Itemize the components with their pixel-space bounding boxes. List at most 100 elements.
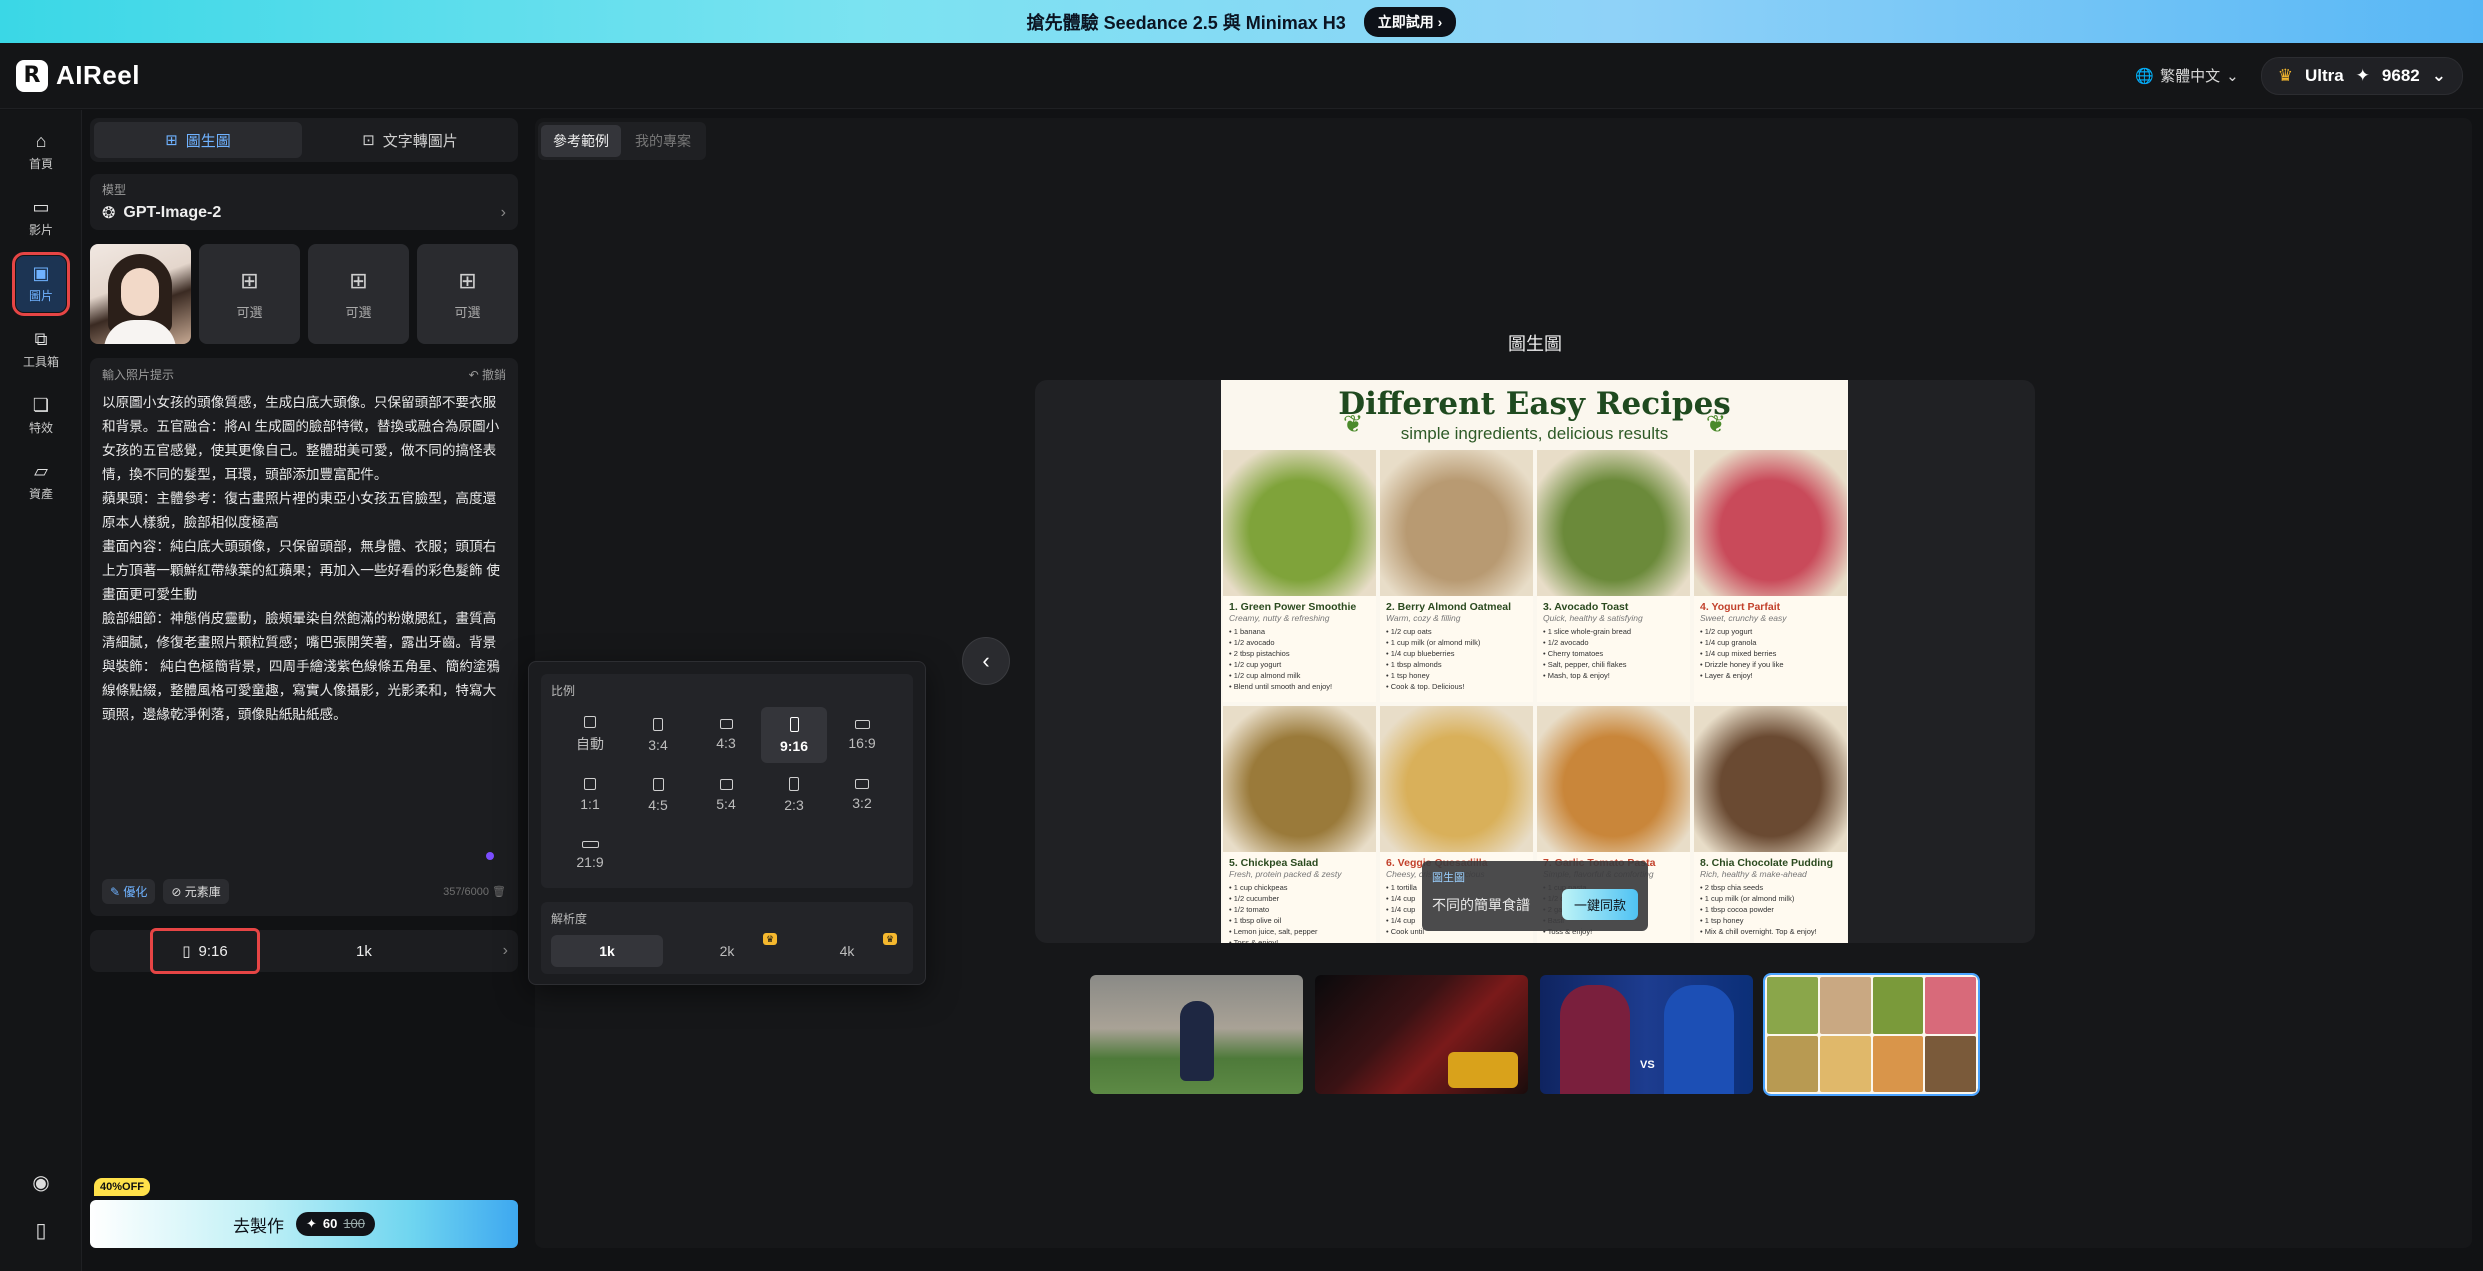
recipe-desc: Rich, healthy & make-ahead — [1700, 869, 1807, 879]
left-nav: ⌂ 首頁 ▭ 影片 ▣ 圖片 ⧉ 工具箱 ❏ 特效 ▱ 資產 ◉ ▯ — [0, 110, 82, 1271]
recipe-photo — [1380, 706, 1533, 852]
resolution-option[interactable]: 4k ♛ — [791, 933, 903, 967]
example-tooltip: 圖生圖 不同的簡單食譜 一鍵同款 — [1422, 861, 1648, 931]
ingredient-list: 1/2 cup oats1 cup milk (or almond milk)1… — [1380, 623, 1533, 695]
add-image-icon: ⊞ — [349, 267, 368, 293]
ratio-shape-icon — [584, 778, 596, 790]
effects-icon: ❏ — [32, 395, 50, 415]
thumbnail-recipes[interactable] — [1763, 973, 1980, 1096]
globe-icon: 🌐 — [2135, 67, 2155, 85]
ingredient-item: 2 tbsp chia seeds — [1700, 882, 1841, 893]
language-selector[interactable]: 🌐 繁體中文 ⌄ — [2135, 65, 2238, 86]
leaf-icon: ❦ — [1343, 411, 1364, 438]
ingredient-item: 1 tbsp olive oil — [1229, 915, 1370, 926]
text-image-icon: ⊡ — [362, 132, 375, 149]
recipe-card: 4. Yogurt ParfaitSweet, crunchy & easy1/… — [1694, 450, 1847, 702]
plan-badge[interactable]: ♛ Ultra ✦ 9682 ⌄ — [2260, 56, 2463, 95]
ratio-option[interactable]: 自動 — [557, 707, 623, 763]
chevron-right-icon[interactable]: › — [503, 942, 508, 960]
nav-item-video[interactable]: ▭ 影片 — [16, 190, 66, 246]
ratio-shape-icon — [719, 719, 733, 729]
image-uploads: ⊞ 可選 ⊞ 可選 ⊞ 可選 — [90, 244, 518, 344]
nav-item-image[interactable]: ▣ 圖片 — [12, 252, 70, 316]
ratio-option-label: 16:9 — [848, 734, 876, 751]
recipe-card: 8. Chia Chocolate Pudding Rich, healthy &… — [1694, 706, 1847, 943]
discord-icon[interactable]: ◉ — [16, 1162, 66, 1202]
ingredient-item: 1 cup milk (or almond milk) — [1386, 637, 1527, 648]
ingredient-item: 1/2 avocado — [1229, 637, 1370, 648]
ratio-option[interactable]: 16:9 — [829, 707, 895, 763]
use-template-button[interactable]: 一鍵同款 — [1561, 889, 1638, 920]
thumbnail-robot-city[interactable] — [1315, 975, 1528, 1094]
ingredient-item: 1/2 cucumber — [1229, 893, 1370, 904]
nav-item-toolbox[interactable]: ⧉ 工具箱 — [16, 322, 66, 378]
nav-item-effects[interactable]: ❏ 特效 — [16, 388, 66, 444]
undo-button[interactable]: ↶ 撤銷 — [469, 366, 506, 383]
credits-value: 9682 — [2381, 65, 2420, 85]
tab-text-to-image[interactable]: ⊡ 文字轉圖片 — [306, 122, 514, 158]
model-selector[interactable]: 模型 ❂ GPT-Image-2 › — [90, 174, 518, 230]
tab-image-to-image[interactable]: ⊞ 圖生圖 — [94, 122, 302, 158]
optimize-button[interactable]: ✎ 優化 — [102, 879, 156, 904]
resolution-option[interactable]: 1k — [551, 935, 663, 967]
ingredient-item: Blend until smooth and enjoy! — [1229, 681, 1370, 692]
thumbnail-man-in-field[interactable] — [1090, 975, 1303, 1094]
status-dot — [486, 852, 494, 860]
ratio-button[interactable]: ▯ 9:16 — [150, 928, 260, 974]
ratio-option[interactable]: 3:4 — [625, 707, 691, 763]
elements-button[interactable]: ⊘ 元素庫 — [163, 879, 229, 904]
vs-label: VS — [1640, 1059, 1655, 1071]
nav-label: 影片 — [28, 223, 53, 237]
tab-examples[interactable]: 參考範例 — [541, 125, 621, 157]
model-label: 模型 — [102, 183, 127, 197]
upload-slot[interactable]: ⊞ 可選 — [199, 244, 300, 344]
resolution-option[interactable]: 2k ♛ — [671, 933, 783, 967]
nav-label: 資產 — [28, 487, 53, 501]
nav-item-home[interactable]: ⌂ 首頁 — [16, 124, 66, 180]
ratio-option[interactable]: 4:5 — [625, 767, 691, 823]
recipe-card: 1. Green Power Smoothie Creamy, nutty & r… — [1223, 450, 1376, 702]
openai-icon: ❂ — [102, 205, 116, 222]
trash-icon[interactable]: 🗑 — [492, 886, 506, 898]
ratio-option[interactable]: 5:4 — [693, 767, 759, 823]
ingredient-list: 1 cup chickpeas1/2 cucumber1/2 tomato1 t… — [1223, 879, 1376, 943]
ratio-option[interactable]: 2:3 — [761, 767, 827, 823]
tab-my-projects[interactable]: 我的專案 — [623, 125, 703, 157]
nav-item-assets[interactable]: ▱ 資產 — [16, 454, 66, 510]
upload-slot[interactable]: ⊞ 可選 — [417, 244, 518, 344]
ingredient-item: Lemon juice, salt, pepper — [1229, 926, 1370, 937]
leaf-icon: ❦ — [1705, 411, 1726, 438]
thumbnail-soccer-players[interactable]: VS — [1540, 975, 1753, 1094]
ingredient-item: 1/4 cup mixed berries — [1700, 648, 1841, 659]
prev-arrow-button[interactable]: ‹ — [962, 637, 1010, 685]
ratio-option[interactable]: 3:2 — [829, 767, 895, 823]
uploaded-photo[interactable] — [90, 244, 191, 344]
ratio-title: 比例 — [551, 684, 576, 698]
ingredient-item: Toss & enjoy! — [1229, 937, 1370, 943]
ratio-option[interactable]: 21:9 — [557, 827, 623, 883]
ratio-option-label: 5:4 — [716, 795, 736, 812]
recipe-name: 5. Chickpea Salad — [1229, 857, 1319, 869]
add-image-icon: ⊞ — [458, 267, 477, 293]
ratio-option-label: 2:3 — [784, 797, 804, 813]
recipe-name: 3. Avocado Toast — [1543, 601, 1629, 613]
ingredient-item: Cherry tomatoes — [1543, 648, 1684, 659]
ratio-option[interactable]: 9:16 — [761, 707, 827, 763]
upload-slot[interactable]: ⊞ 可選 — [308, 244, 409, 344]
ratio-option[interactable]: 4:3 — [693, 707, 759, 763]
ratio-option[interactable]: 1:1 — [557, 767, 623, 823]
recipe-desc: Warm, cozy & filling — [1386, 613, 1461, 623]
tab-label: 圖生圖 — [185, 132, 231, 150]
generate-button[interactable]: 去製作 ✦ 60 100 — [90, 1200, 518, 1248]
try-now-button[interactable]: 立即試用 › — [1363, 6, 1457, 37]
logo[interactable]: R AIReel — [16, 59, 140, 92]
mobile-icon[interactable]: ▯ — [16, 1210, 66, 1250]
ingredient-item: Mash, top & enjoy! — [1543, 670, 1684, 681]
nav-label: 首頁 — [28, 157, 53, 171]
prompt-textarea[interactable]: 以原圖小女孩的頭像質感，生成白底大頭像。只保留頭部不要衣服和背景。五官融合：將A… — [102, 391, 506, 727]
cost-badge: ✦ 60 100 — [295, 1212, 376, 1236]
resolution-button[interactable]: 1k — [356, 943, 372, 960]
prompt-box[interactable]: 輸入照片提示 ↶ 撤銷 以原圖小女孩的頭像質感，生成白底大頭像。只保留頭部不要衣… — [90, 358, 518, 916]
ingredient-item: 1 cup chickpeas — [1229, 882, 1370, 893]
ingredient-item: 1 tbsp almonds — [1386, 659, 1527, 670]
